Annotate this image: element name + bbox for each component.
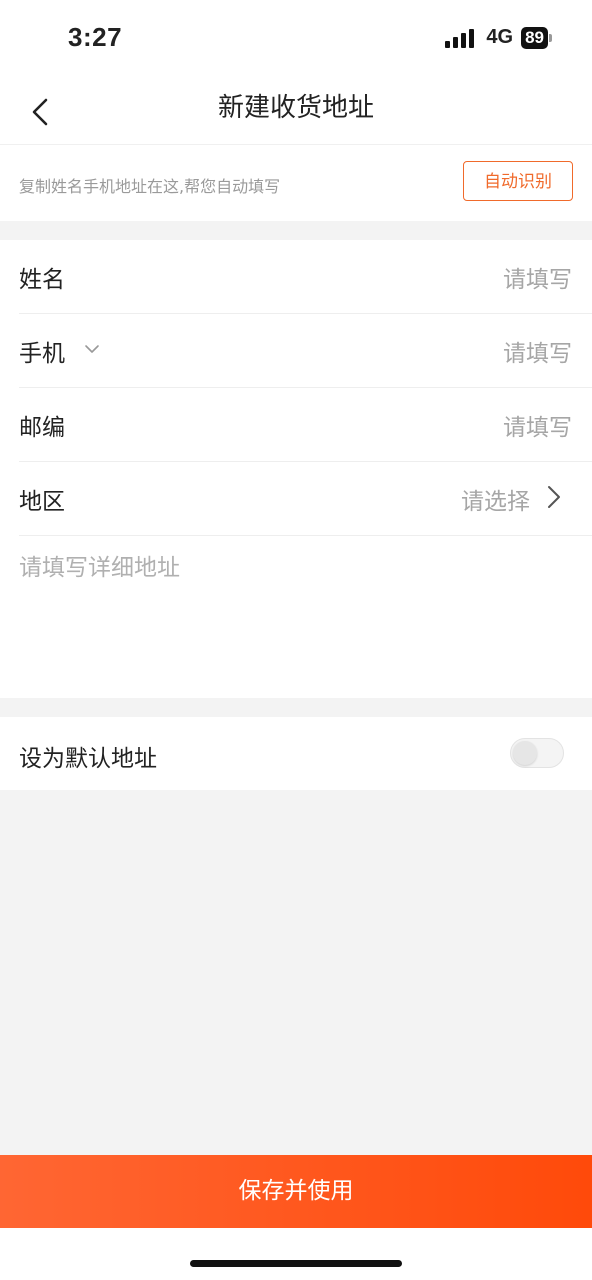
region-label: 地区	[19, 489, 65, 515]
phone-input[interactable]: 请填写	[503, 334, 572, 368]
region-select[interactable]: 请选择	[461, 482, 530, 516]
phone-row[interactable]: 手机 请填写	[19, 314, 592, 388]
bottom-safe-area	[0, 1228, 592, 1280]
name-input[interactable]: 请填写	[503, 260, 572, 294]
postcode-input[interactable]: 请填写	[503, 408, 572, 442]
nav-bar: 新建收货地址	[0, 80, 592, 145]
battery-level: 89	[521, 26, 548, 49]
toggle-knob	[513, 741, 537, 765]
region-row[interactable]: 地区 请选择	[19, 462, 592, 536]
chevron-right-icon[interactable]	[544, 484, 564, 510]
status-bar: 3:27 4G 89	[0, 0, 592, 80]
name-row[interactable]: 姓名 请填写	[19, 240, 592, 314]
name-label: 姓名	[19, 267, 65, 293]
default-address-label: 设为默认地址	[19, 746, 157, 772]
network-type: 4G	[486, 26, 514, 48]
home-indicator[interactable]	[190, 1260, 402, 1267]
postcode-row[interactable]: 邮编 请填写	[19, 388, 592, 462]
paste-section: 复制姓名手机地址在这,帮您自动填写 自动识别	[0, 145, 592, 221]
status-time: 3:27	[68, 22, 123, 52]
chevron-down-icon[interactable]	[83, 340, 101, 358]
page-title: 新建收货地址	[217, 93, 374, 123]
save-and-use-button[interactable]: 保存并使用	[0, 1155, 592, 1228]
detail-address-input[interactable]: 请填写详细地址	[19, 548, 180, 582]
battery-icon: 89	[521, 26, 552, 49]
default-address-row: 设为默认地址	[0, 717, 592, 790]
paste-hint[interactable]: 复制姓名手机地址在这,帮您自动填写	[19, 173, 280, 197]
status-indicators: 4G 89	[445, 26, 552, 49]
auto-recognize-button[interactable]: 自动识别	[463, 161, 573, 201]
postcode-label: 邮编	[19, 415, 65, 441]
signal-icon	[445, 28, 475, 48]
address-form: 姓名 请填写 手机 请填写 邮编 请填写 地区 请选择 请填写详细地址	[0, 240, 592, 698]
default-address-toggle[interactable]	[510, 738, 564, 768]
phone-label: 手机	[19, 341, 65, 367]
